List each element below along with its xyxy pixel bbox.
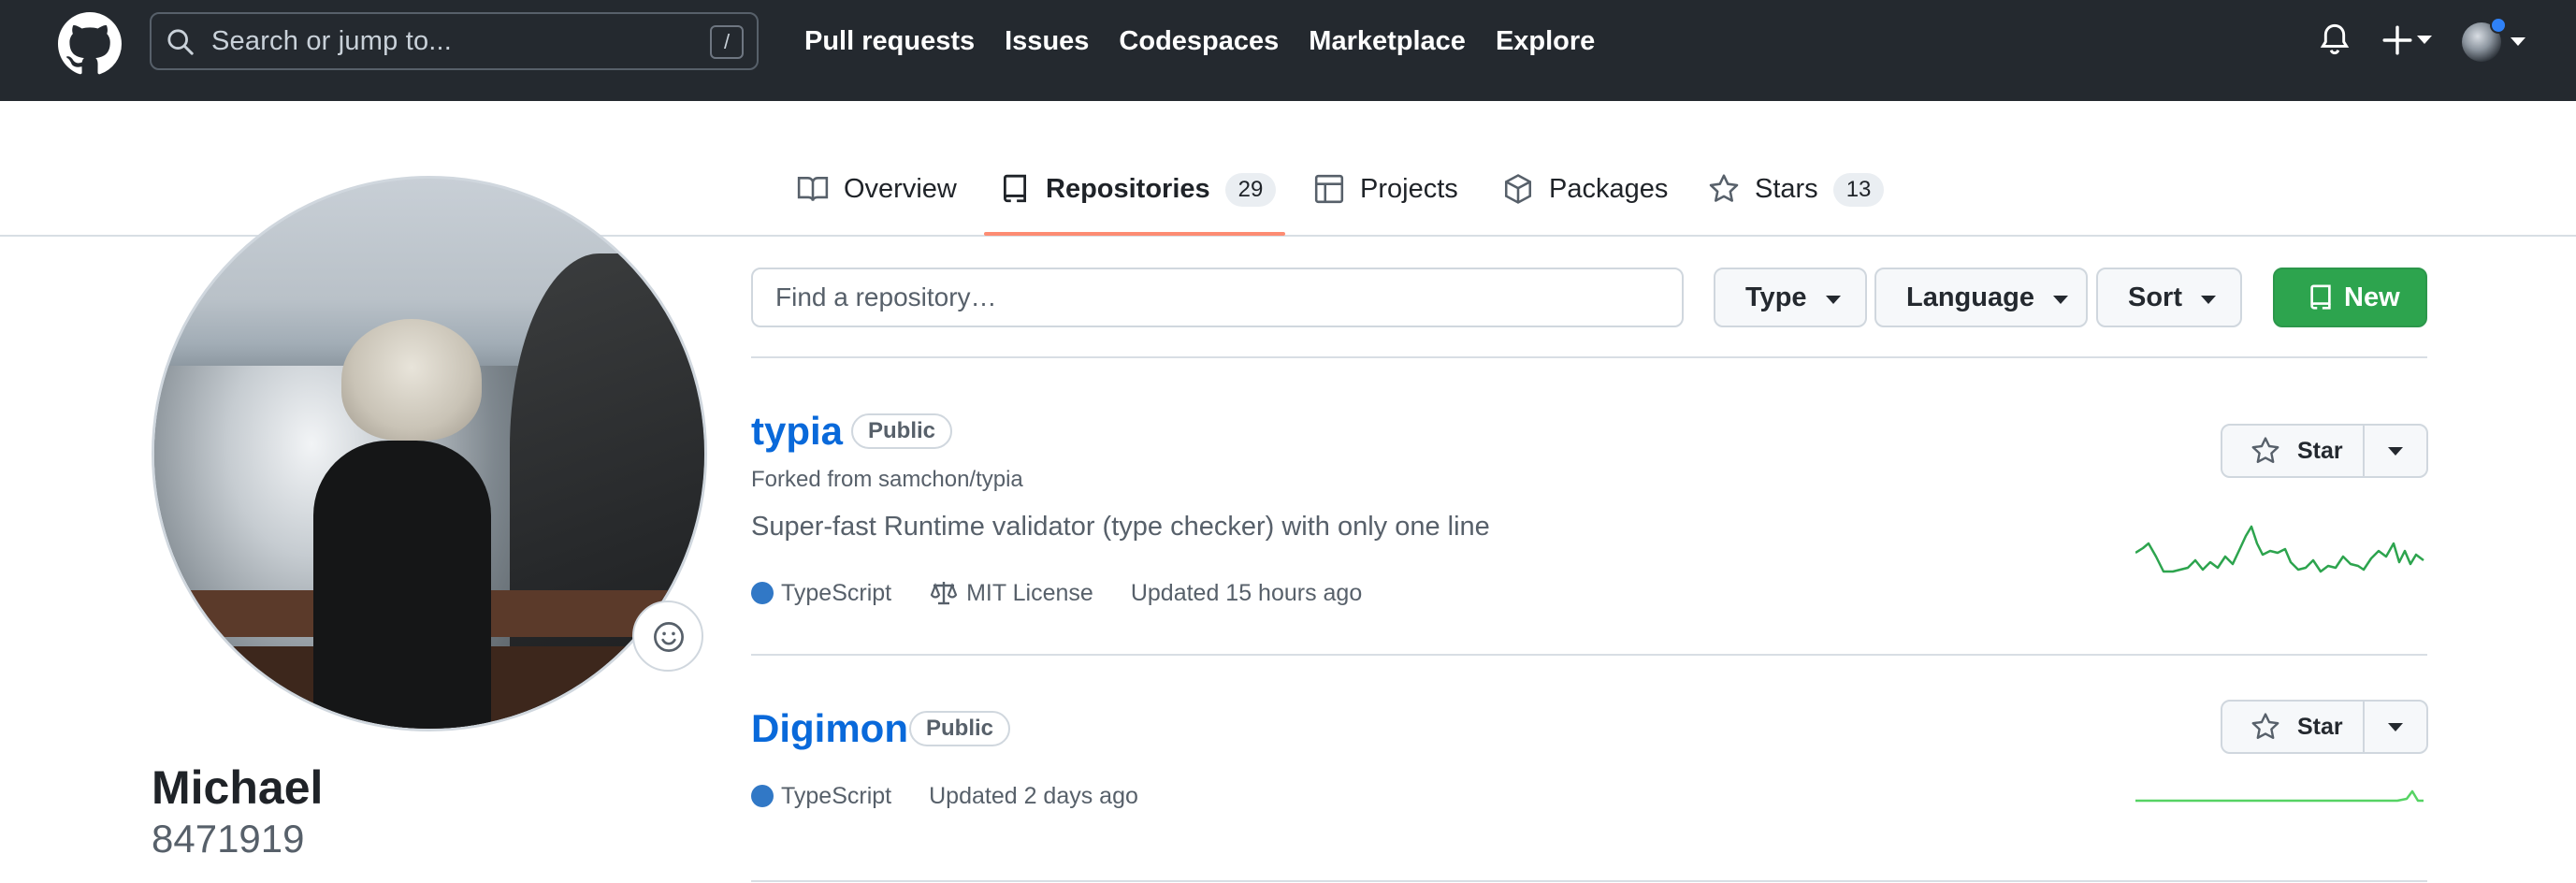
chevron-down-icon [2388,722,2403,731]
chevron-down-icon [2052,295,2068,304]
star-button-group: Star [2221,700,2428,754]
plus-icon[interactable] [2381,24,2413,56]
repo-icon [2310,284,2331,310]
create-menu-caret-icon[interactable] [2417,36,2432,44]
search-shortcut-key: / [710,25,744,59]
list-divider [751,356,2427,358]
repo-meta: TypeScript Updated 2 days ago [751,782,1138,810]
active-tab-indicator [984,232,1285,236]
tab-repositories-label: Repositories [1046,174,1210,204]
profile-login: 8471919 [152,817,305,861]
repo-name-link[interactable]: typia [751,408,843,455]
tab-packages-label: Packages [1549,174,1669,204]
bell-icon[interactable] [2318,21,2352,58]
nav-pull-requests[interactable]: Pull requests [804,22,975,60]
repo-updated: Updated 15 hours ago [1130,580,1363,606]
law-icon [930,582,958,605]
set-status-button[interactable] [632,601,703,672]
repo-name-link[interactable]: Digimon [751,705,908,752]
stars-count-badge: 13 [1832,173,1885,207]
notification-dot [2490,17,2507,34]
star-button[interactable]: Star [2222,426,2365,476]
star-button-label: Star [2297,437,2343,464]
repo-description: Super-fast Runtime validator (type check… [751,512,1490,542]
tab-packages[interactable]: Packages [1502,166,1668,236]
list-divider [751,880,2427,882]
tab-stars-label: Stars [1755,174,1818,204]
star-icon [2251,437,2279,463]
book-icon [797,177,829,201]
chevron-down-icon [2388,446,2403,456]
tab-projects[interactable]: Projects [1313,166,1458,236]
nav-issues[interactable]: Issues [1005,22,1089,60]
tab-repositories[interactable]: Repositories 29 [999,166,1277,236]
nav-codespaces[interactable]: Codespaces [1119,22,1279,60]
type-filter-button[interactable]: Type [1714,268,1867,327]
star-button-label: Star [2297,713,2343,740]
star-list-dropdown[interactable] [2365,702,2426,752]
star-icon [2251,713,2279,739]
activity-sparkline [2135,789,2424,803]
repo-meta: TypeScript MIT License Updated 15 hours … [751,578,1362,608]
list-divider [751,654,2427,656]
nav-marketplace[interactable]: Marketplace [1309,22,1466,60]
global-nav: Pull requests Issues Codespaces Marketpl… [804,22,1625,60]
language-filter-button[interactable]: Language [1874,268,2088,327]
search-placeholder: Search or jump to... [211,26,453,56]
star-icon [1709,174,1739,202]
global-search[interactable]: Search or jump to... / [150,12,759,70]
repo-language: TypeScript [781,783,892,809]
forked-from-text[interactable]: Forked from samchon/typia [751,466,1023,494]
repositories-count-badge: 29 [1224,173,1277,207]
repo-icon [1003,174,1027,203]
language-color-dot [751,785,774,807]
chevron-down-icon [2201,295,2216,304]
sort-filter-label: Sort [2128,282,2182,312]
tab-stars[interactable]: Stars 13 [1708,166,1885,236]
star-list-dropdown[interactable] [2365,426,2426,476]
repo-updated: Updated 2 days ago [929,783,1138,809]
repo-license: MIT License [966,580,1093,606]
activity-sparkline [2135,525,2424,573]
nav-explore[interactable]: Explore [1496,22,1595,60]
github-logo-icon[interactable] [58,12,122,76]
new-button-label: New [2344,282,2400,312]
tab-overview-label: Overview [844,174,957,204]
search-icon [167,29,194,55]
star-button[interactable]: Star [2222,702,2365,752]
chevron-down-icon [1825,295,1841,304]
find-repository-input[interactable] [753,269,1682,326]
tab-projects-label: Projects [1360,174,1458,204]
package-icon [1504,174,1532,204]
language-filter-label: Language [1906,282,2034,312]
smiley-icon [654,622,684,652]
new-repository-button[interactable]: New [2273,268,2427,327]
table-icon [1314,174,1344,204]
sort-filter-button[interactable]: Sort [2096,268,2242,327]
language-color-dot [751,582,774,604]
repo-language: TypeScript [781,580,892,606]
tab-overview[interactable]: Overview [797,166,957,236]
visibility-badge: Public [851,413,953,449]
global-header: Search or jump to... / Pull requests Iss… [0,0,2576,101]
find-repository-field[interactable] [751,268,1684,327]
avatar-menu-caret-icon[interactable] [2511,37,2525,46]
profile-name: Michael [152,761,324,814]
star-button-group: Star [2221,424,2428,478]
type-filter-label: Type [1745,282,1807,312]
visibility-badge: Public [909,711,1011,746]
profile-avatar[interactable] [152,176,707,731]
